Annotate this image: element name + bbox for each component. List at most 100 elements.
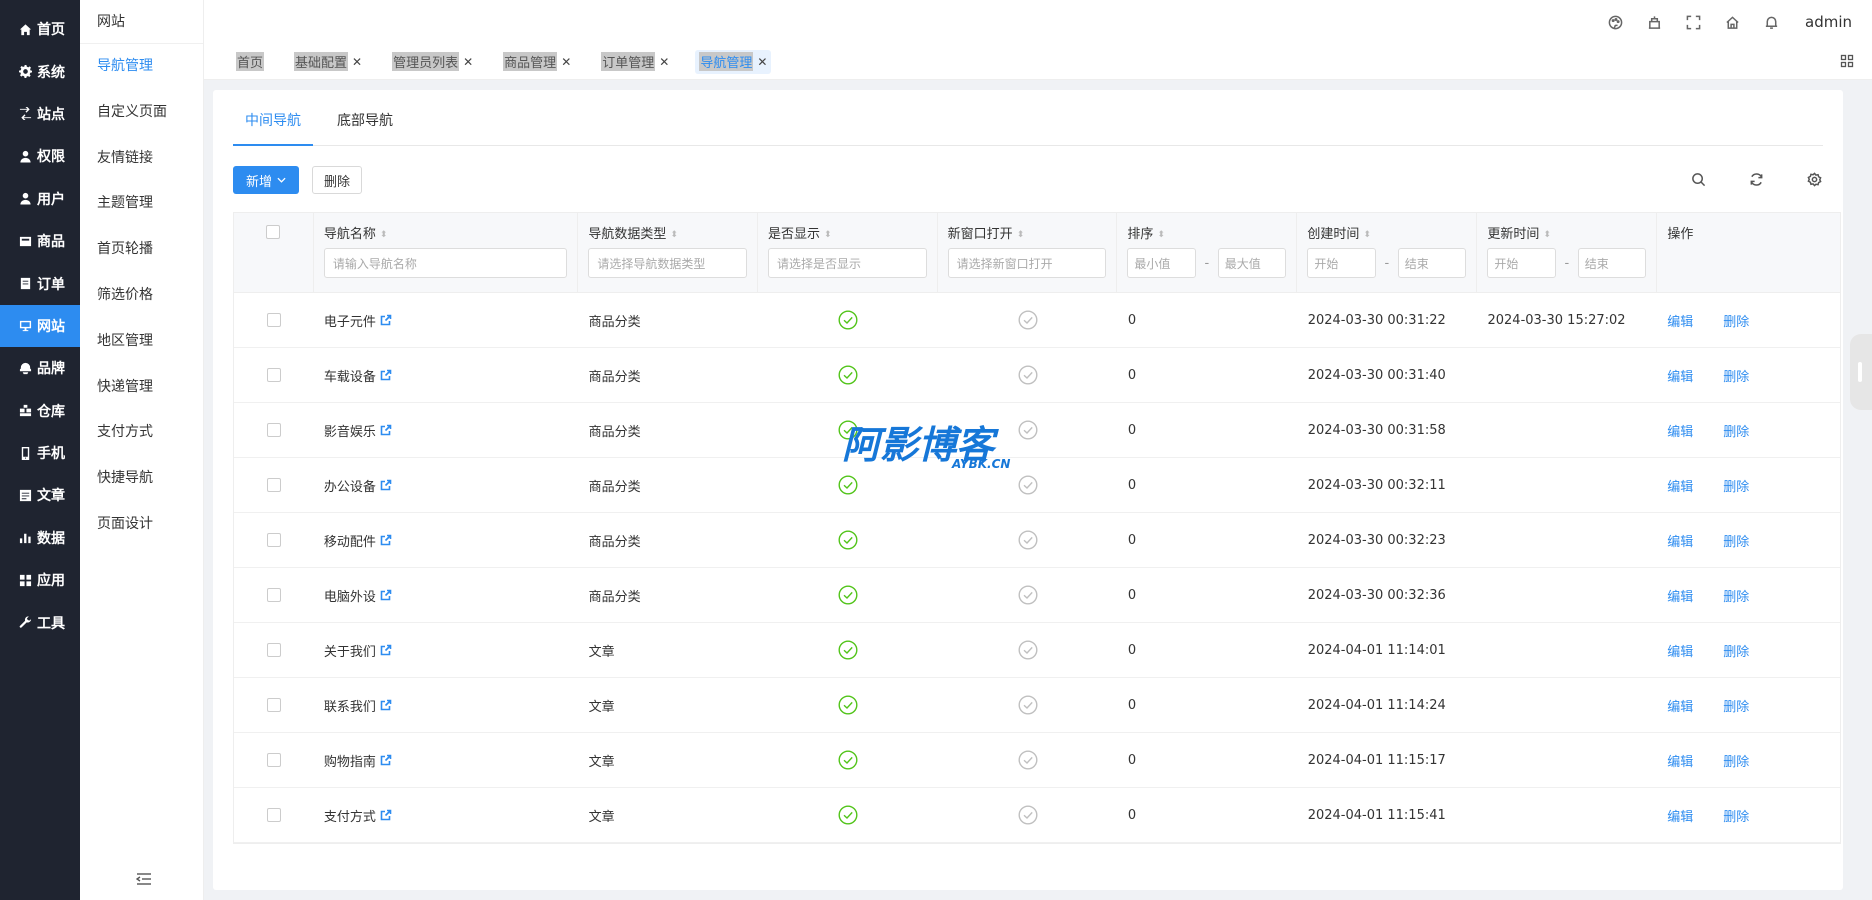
- submenu-item-4[interactable]: 首页轮播: [80, 227, 203, 273]
- submenu-item-5[interactable]: 筛选价格: [80, 273, 203, 319]
- close-icon[interactable]: ✕: [463, 55, 473, 69]
- check-circle-muted-icon[interactable]: [1018, 585, 1038, 605]
- check-circle-icon[interactable]: [838, 530, 858, 550]
- check-circle-muted-icon[interactable]: [1018, 750, 1038, 770]
- sidebar-item-10[interactable]: 手机: [0, 432, 80, 474]
- sidebar-item-12[interactable]: 数据: [0, 517, 80, 559]
- check-circle-muted-icon[interactable]: [1018, 475, 1038, 495]
- sort-icon[interactable]: ⬍: [1017, 230, 1025, 240]
- page-tab-1[interactable]: 基础配置 ✕: [290, 50, 366, 74]
- sort-icon[interactable]: ⬍: [1157, 230, 1165, 240]
- sidebar-item-3[interactable]: 权限: [0, 135, 80, 177]
- add-button[interactable]: 新增: [233, 166, 299, 194]
- created-start-input[interactable]: 开始: [1307, 248, 1376, 278]
- edit-link[interactable]: 编辑: [1667, 531, 1693, 550]
- user-name[interactable]: admin: [1805, 13, 1852, 31]
- close-icon[interactable]: ✕: [352, 55, 362, 69]
- edit-link[interactable]: 编辑: [1667, 366, 1693, 385]
- edit-link[interactable]: 编辑: [1667, 696, 1693, 715]
- sidebar-item-9[interactable]: 仓库: [0, 390, 80, 432]
- page-tab-5[interactable]: 导航管理 ✕: [695, 49, 772, 74]
- external-link-icon[interactable]: [380, 754, 392, 766]
- row-checkbox[interactable]: [266, 533, 281, 547]
- sort-min-input[interactable]: 最小值: [1127, 248, 1196, 278]
- check-circle-icon[interactable]: [838, 750, 858, 770]
- delete-link[interactable]: 删除: [1723, 806, 1749, 825]
- sidebar-item-2[interactable]: 站点: [0, 93, 80, 135]
- edit-link[interactable]: 编辑: [1667, 751, 1693, 770]
- page-tab-0[interactable]: 首页: [232, 50, 268, 74]
- submenu-item-2[interactable]: 友情链接: [80, 136, 203, 182]
- row-checkbox[interactable]: [266, 808, 281, 822]
- check-circle-muted-icon[interactable]: [1018, 695, 1038, 715]
- delete-link[interactable]: 删除: [1723, 696, 1749, 715]
- external-link-icon[interactable]: [380, 644, 392, 656]
- sidebar-item-6[interactable]: 订单: [0, 262, 80, 304]
- search-icon[interactable]: [1691, 172, 1707, 188]
- close-icon[interactable]: ✕: [561, 55, 571, 69]
- check-circle-icon[interactable]: [838, 475, 858, 495]
- show-filter-select[interactable]: 请选择是否显示: [768, 248, 927, 278]
- external-link-icon[interactable]: [380, 699, 392, 711]
- row-checkbox[interactable]: [266, 698, 281, 712]
- row-checkbox[interactable]: [266, 313, 281, 327]
- external-link-icon[interactable]: [380, 479, 392, 491]
- sidebar-item-14[interactable]: 工具: [0, 601, 80, 643]
- sort-icon[interactable]: ⬍: [1543, 230, 1551, 240]
- row-checkbox[interactable]: [266, 753, 281, 767]
- page-tab-2[interactable]: 管理员列表 ✕: [388, 50, 477, 74]
- delete-link[interactable]: 删除: [1723, 586, 1749, 605]
- home-icon[interactable]: [1724, 14, 1740, 30]
- page-tab-3[interactable]: 商品管理 ✕: [499, 50, 575, 74]
- submenu-item-7[interactable]: 快递管理: [80, 365, 203, 411]
- external-link-icon[interactable]: [380, 534, 392, 546]
- check-circle-icon[interactable]: [838, 585, 858, 605]
- tabs-menu-icon[interactable]: [1840, 54, 1854, 68]
- submenu-item-0[interactable]: 导航管理: [80, 44, 203, 90]
- fullscreen-icon[interactable]: [1685, 14, 1701, 30]
- check-circle-icon[interactable]: [838, 365, 858, 385]
- submenu-item-8[interactable]: 支付方式: [80, 410, 203, 456]
- row-checkbox[interactable]: [266, 368, 281, 382]
- check-circle-icon[interactable]: [838, 695, 858, 715]
- collapse-menu-icon[interactable]: [135, 872, 152, 886]
- check-circle-muted-icon[interactable]: [1018, 365, 1038, 385]
- sidebar-item-11[interactable]: 文章: [0, 474, 80, 516]
- clear-cache-icon[interactable]: [1646, 14, 1662, 30]
- sidebar-item-7[interactable]: 网站: [0, 304, 80, 348]
- refresh-icon[interactable]: [1749, 172, 1765, 188]
- delete-link[interactable]: 删除: [1723, 641, 1749, 660]
- submenu-item-6[interactable]: 地区管理: [80, 319, 203, 365]
- submenu-item-1[interactable]: 自定义页面: [80, 90, 203, 136]
- sidebar-item-8[interactable]: 品牌: [0, 347, 80, 389]
- sort-max-input[interactable]: 最大值: [1217, 248, 1287, 278]
- content-tab-1[interactable]: 底部导航: [325, 106, 405, 146]
- sidebar-item-0[interactable]: 首页: [0, 8, 80, 50]
- edit-link[interactable]: 编辑: [1667, 421, 1693, 440]
- check-circle-muted-icon[interactable]: [1018, 530, 1038, 550]
- select-all-checkbox[interactable]: [266, 225, 281, 239]
- external-link-icon[interactable]: [380, 589, 392, 601]
- bell-icon[interactable]: [1763, 14, 1779, 30]
- edit-link[interactable]: 编辑: [1667, 641, 1693, 660]
- delete-link[interactable]: 删除: [1723, 421, 1749, 440]
- newwindow-filter-select[interactable]: 请选择新窗口打开: [947, 248, 1107, 278]
- row-checkbox[interactable]: [266, 423, 281, 437]
- type-filter-select[interactable]: 请选择导航数据类型: [588, 248, 748, 278]
- close-icon[interactable]: ✕: [659, 55, 669, 69]
- external-link-icon[interactable]: [380, 424, 392, 436]
- name-filter-input[interactable]: 请输入导航名称: [323, 248, 568, 278]
- delete-link[interactable]: 删除: [1723, 366, 1749, 385]
- submenu-item-10[interactable]: 页面设计: [80, 502, 203, 548]
- delete-link[interactable]: 删除: [1723, 311, 1749, 330]
- external-link-icon[interactable]: [380, 809, 392, 821]
- edit-link[interactable]: 编辑: [1667, 806, 1693, 825]
- palette-icon[interactable]: [1607, 14, 1623, 30]
- check-circle-icon[interactable]: [838, 805, 858, 825]
- check-circle-muted-icon[interactable]: [1018, 310, 1038, 330]
- edit-link[interactable]: 编辑: [1667, 476, 1693, 495]
- check-circle-muted-icon[interactable]: [1018, 805, 1038, 825]
- bulk-delete-button[interactable]: 删除: [312, 166, 362, 194]
- sort-icon[interactable]: ⬍: [670, 230, 678, 240]
- sort-icon[interactable]: ⬍: [1363, 230, 1371, 240]
